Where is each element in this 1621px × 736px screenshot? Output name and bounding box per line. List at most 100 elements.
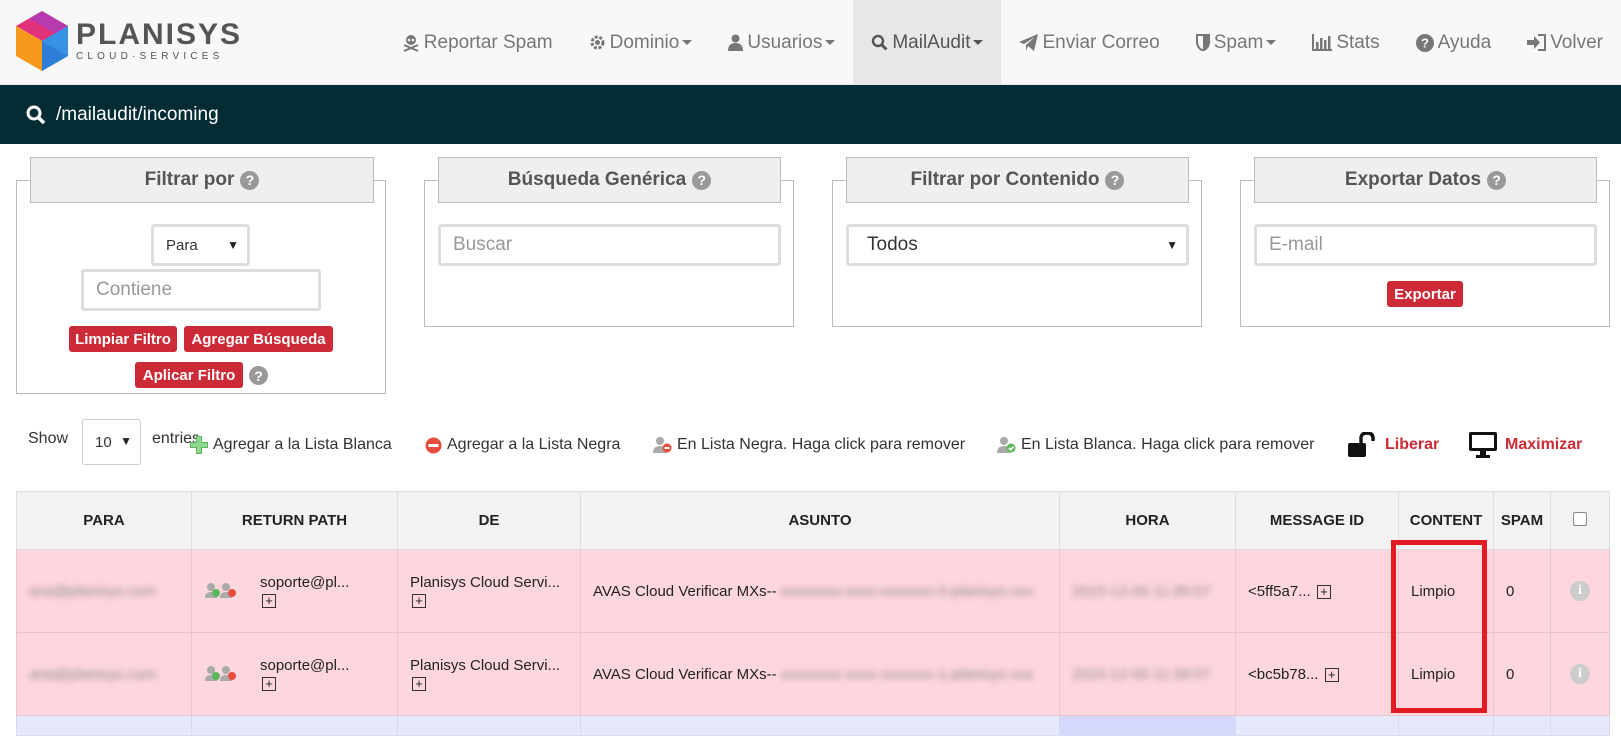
- cell-empty: [1059, 715, 1236, 736]
- nav-label: Reportar Spam: [423, 31, 553, 53]
- page-size-value: 10: [95, 433, 112, 451]
- top-navbar: PLANISYS CLOUD·SERVICES Reportar Spam Do…: [0, 0, 1621, 85]
- maximizar-button[interactable]: Maximizar: [1469, 431, 1582, 459]
- de-value: Planisys Cloud Servi...: [410, 574, 561, 591]
- add-blacklist-legend: Agregar a la Lista Negra: [425, 431, 620, 459]
- export-button[interactable]: Exportar: [1387, 281, 1463, 307]
- col-content[interactable]: CONTENT: [1398, 491, 1494, 550]
- nav-ayuda[interactable]: ? Ayuda: [1398, 0, 1510, 85]
- filter-panel-header: Filtrar por ?: [30, 157, 374, 203]
- help-icon[interactable]: ?: [692, 170, 712, 190]
- content-value: Limpio: [1411, 665, 1456, 683]
- mail-table: PARA RETURN PATH DE ASUNTO HORA MESSAGE …: [16, 491, 1610, 736]
- add-whitelist-text: Agregar a la Lista Blanca: [213, 436, 392, 453]
- liberar-text: Liberar: [1385, 436, 1440, 453]
- table-row[interactable]: [16, 715, 1610, 736]
- skull-icon: [402, 34, 420, 52]
- table-header-row: PARA RETURN PATH DE ASUNTO HORA MESSAGE …: [16, 491, 1610, 550]
- show-label: Show: [28, 425, 68, 453]
- current-path: /mailaudit/incoming: [56, 103, 219, 125]
- export-email-input[interactable]: E-mail: [1254, 224, 1597, 266]
- asunto-value: AVAS Cloud Verificar MXs--: [593, 665, 777, 683]
- nav-label: Enviar Correo: [1042, 31, 1160, 53]
- table-row[interactable]: ana@planisys.com soporte@pl... + Planisy…: [16, 632, 1610, 716]
- add-whitelist-legend: Agregar a la Lista Blanca: [190, 431, 392, 459]
- col-message-id[interactable]: MESSAGE ID: [1235, 491, 1399, 550]
- spam-value: 0: [1506, 582, 1515, 600]
- col-asunto[interactable]: ASUNTO: [580, 491, 1060, 550]
- path-bar: /mailaudit/incoming: [0, 85, 1621, 144]
- expand-icon[interactable]: +: [1324, 667, 1339, 682]
- expand-icon[interactable]: +: [262, 677, 276, 691]
- asunto-hidden-value: xxxxxxxx-xxxx-xxxxxxx-1-planisys-xxx: [780, 665, 1034, 683]
- nav-label: Usuarios: [747, 31, 823, 53]
- apply-filter-button[interactable]: Aplicar Filtro: [135, 362, 243, 388]
- in-blacklist-legend: En Lista Negra. Haga click para remover: [653, 431, 965, 459]
- help-icon[interactable]: ?: [1487, 170, 1507, 190]
- user-blacklisted-icon: [653, 436, 672, 454]
- return-path-value: soporte@pl...: [260, 657, 350, 674]
- filter-field-select[interactable]: Para ▼: [151, 224, 250, 266]
- expand-icon[interactable]: +: [1316, 584, 1331, 599]
- cell-asunto: AVAS Cloud Verificar MXs-- xxxxxxxx-xxxx…: [580, 549, 1060, 633]
- cell-return-path: soporte@pl... +: [191, 549, 398, 633]
- monitor-icon: [1469, 432, 1497, 458]
- nav-spam[interactable]: Spam: [1178, 0, 1295, 85]
- cell-spam: 0: [1493, 632, 1551, 716]
- brand-logo[interactable]: PLANISYS CLOUD·SERVICES: [14, 9, 242, 73]
- whitelist-blacklist-toggle-icon[interactable]: [204, 664, 240, 684]
- export-header: Exportar Datos ?: [1254, 157, 1597, 203]
- table-row[interactable]: ana@planisys.com soporte@pl... + Planisy…: [16, 549, 1610, 633]
- nav-enviar-correo[interactable]: Enviar Correo: [1001, 0, 1177, 85]
- help-icon[interactable]: ?: [249, 366, 268, 385]
- cell-de: Planisys Cloud Servi... +: [397, 549, 581, 633]
- filter-field-value: Para: [166, 236, 198, 254]
- clear-filter-button[interactable]: Limpiar Filtro: [69, 326, 177, 352]
- expand-icon[interactable]: +: [412, 594, 426, 608]
- nav-stats[interactable]: Stats: [1294, 0, 1397, 85]
- page-size-select[interactable]: 10 ▼: [82, 419, 141, 465]
- col-return-path[interactable]: RETURN PATH: [191, 491, 398, 550]
- contains-input[interactable]: Contiene: [81, 269, 321, 311]
- show-text: Show: [28, 430, 69, 447]
- help-icon[interactable]: ?: [1105, 170, 1125, 190]
- select-all-checkbox[interactable]: [1573, 511, 1587, 526]
- col-hora[interactable]: HORA: [1059, 491, 1236, 550]
- plus-green-icon: [190, 436, 208, 454]
- nav-usuarios[interactable]: Usuarios: [710, 0, 853, 85]
- cell-empty: [1493, 715, 1551, 736]
- nav-dominio[interactable]: Dominio: [571, 0, 711, 85]
- bar-chart-icon: [1312, 34, 1333, 51]
- col-para[interactable]: PARA: [16, 491, 192, 550]
- cell-empty: [1398, 715, 1494, 736]
- col-spam[interactable]: SPAM: [1493, 491, 1551, 550]
- in-blacklist-text: En Lista Negra. Haga click para remover: [677, 436, 966, 453]
- generic-search-input[interactable]: Buscar: [438, 224, 781, 266]
- unlock-icon: [1348, 432, 1376, 458]
- cell-asunto: AVAS Cloud Verificar MXs-- xxxxxxxx-xxxx…: [580, 632, 1060, 716]
- cell-content: Limpio: [1398, 632, 1494, 716]
- expand-icon[interactable]: +: [262, 594, 276, 608]
- expand-icon[interactable]: +: [412, 677, 426, 691]
- de-value: Planisys Cloud Servi...: [410, 657, 561, 674]
- export-email-placeholder: E-mail: [1269, 234, 1323, 255]
- brand-name: PLANISYS: [76, 18, 243, 51]
- whitelist-blacklist-toggle-icon[interactable]: [204, 581, 240, 601]
- content-filter-select[interactable]: Todos ▼: [846, 224, 1189, 266]
- nav-volver[interactable]: Volver: [1509, 0, 1621, 85]
- search-icon: [26, 105, 46, 125]
- nav-mailaudit[interactable]: MailAudit: [853, 0, 1002, 85]
- user-whitelisted-icon: [997, 436, 1016, 454]
- nav-label: MailAudit: [892, 31, 971, 53]
- info-icon[interactable]: i: [1570, 664, 1590, 684]
- col-de[interactable]: DE: [397, 491, 581, 550]
- add-search-button[interactable]: Agregar Búsqueda: [184, 326, 333, 352]
- info-icon[interactable]: i: [1570, 581, 1590, 601]
- nav-reportar-spam[interactable]: Reportar Spam: [384, 0, 571, 85]
- help-icon[interactable]: ?: [240, 170, 260, 190]
- dropdown-arrow-icon: ▼: [227, 238, 239, 252]
- content-filter-title: Filtrar por Contenido: [910, 169, 1100, 190]
- nav-label: Ayuda: [1437, 31, 1492, 53]
- liberar-button[interactable]: Liberar: [1348, 431, 1439, 459]
- chevron-down-icon: [825, 40, 836, 45]
